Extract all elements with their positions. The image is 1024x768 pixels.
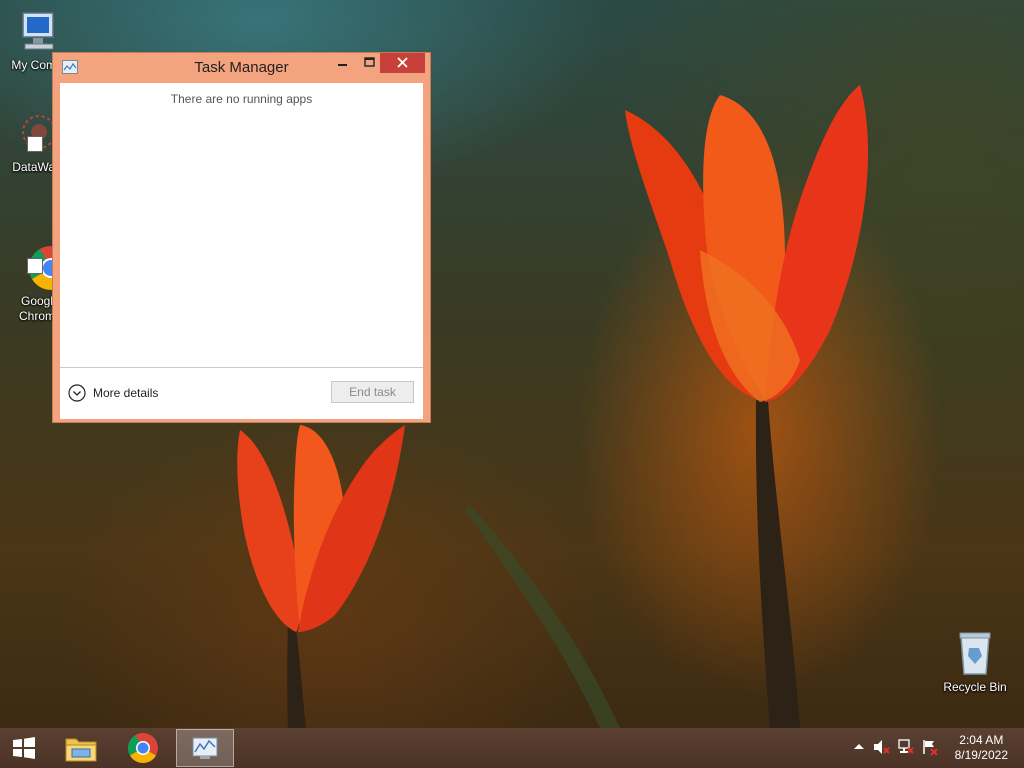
taskbar-task-manager[interactable] [176, 729, 234, 767]
desktop: My Comp DataWag Googl Chrom Recycle Bin … [0, 0, 1024, 728]
close-icon [397, 57, 408, 68]
windows-logo-icon [13, 737, 35, 759]
close-button[interactable] [380, 53, 425, 73]
chrome-icon [127, 733, 158, 764]
computer-icon [13, 8, 61, 56]
title-bar[interactable]: Task Manager [53, 53, 430, 83]
network-icon[interactable] [897, 738, 915, 756]
speaker-muted-icon[interactable] [872, 738, 890, 756]
show-hidden-icons-icon[interactable] [850, 738, 868, 756]
task-manager-footer: More details End task [60, 367, 423, 419]
maximize-button[interactable] [356, 53, 383, 73]
action-center-flag-icon[interactable] [921, 738, 939, 756]
taskbar-google-chrome[interactable] [114, 729, 172, 767]
chevron-down-icon [68, 384, 86, 402]
shortcut-arrow-icon [27, 258, 43, 274]
maximize-icon [364, 57, 375, 67]
clock-date: 8/19/2022 [954, 748, 1008, 762]
task-manager-icon [192, 737, 218, 759]
task-manager-content: There are no running apps More details E… [60, 83, 423, 419]
more-details-label: More details [93, 386, 159, 400]
desktop-icon-recycle-bin[interactable]: Recycle Bin [938, 630, 1012, 695]
taskbar-clock[interactable]: 2:04 AM 8/19/2022 [955, 733, 1008, 763]
task-manager-window: Task Manager There are no running apps M [52, 52, 431, 423]
start-button[interactable] [0, 729, 48, 767]
recycle-bin-icon [951, 630, 999, 678]
minimize-button[interactable] [329, 53, 356, 73]
more-details-button[interactable]: More details [68, 383, 158, 403]
clock-time: 2:04 AM [959, 733, 1004, 747]
desktop-icon-label: Recycle Bin [943, 680, 1007, 694]
taskbar-file-explorer[interactable] [52, 729, 110, 767]
minimize-icon [338, 64, 347, 66]
folder-icon [65, 738, 97, 762]
no-running-apps-message: There are no running apps [170, 92, 313, 106]
shortcut-arrow-icon [27, 136, 43, 152]
end-task-button[interactable]: End task [331, 381, 414, 403]
taskbar: 2:04 AM 8/19/2022 [0, 728, 1024, 768]
